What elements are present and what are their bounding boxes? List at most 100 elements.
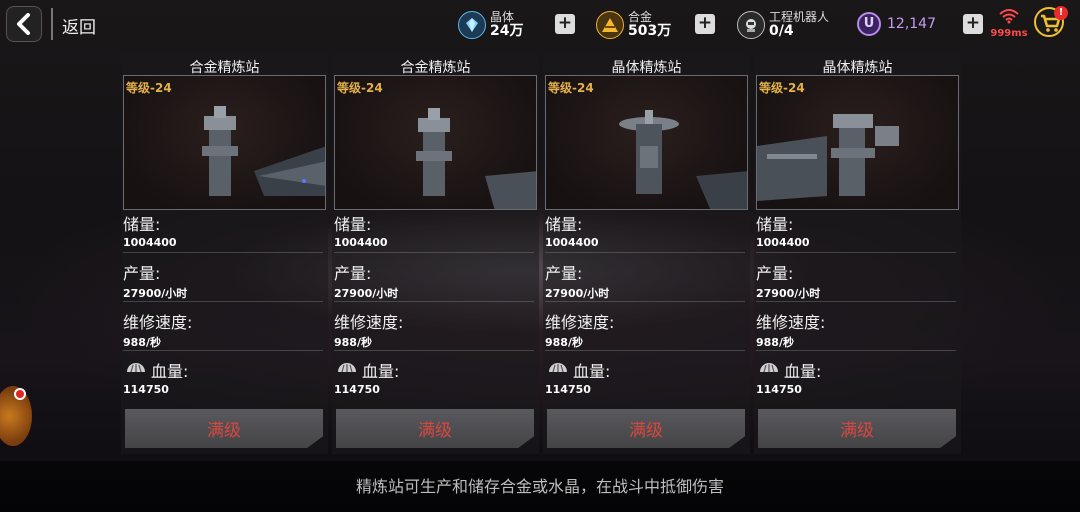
card-title: 晶体精炼站 xyxy=(822,60,893,76)
divider xyxy=(756,301,956,302)
robot-icon xyxy=(737,11,765,39)
card-title: 晶体精炼站 xyxy=(611,60,682,76)
max-level-button[interactable]: 满级 xyxy=(336,409,534,448)
divider xyxy=(334,350,534,351)
robot-value: 0/4 xyxy=(769,22,794,39)
add-crystal-button[interactable]: + xyxy=(555,14,575,34)
robot-name: 工程机器人 xyxy=(769,9,830,24)
hp-value: 114750 xyxy=(334,383,380,396)
storage-label: 储量: xyxy=(123,215,161,234)
output-label: 产量: xyxy=(123,264,161,283)
hp-label: 血量: xyxy=(362,362,400,381)
divider xyxy=(123,301,323,302)
station-image: 等级-24 xyxy=(545,75,748,210)
storage-value: 1004400 xyxy=(123,236,177,249)
footer-hint: 精炼站可生产和储存合金或水晶，在战斗中抵御伤害 xyxy=(0,461,1080,512)
output-label: 产量: xyxy=(756,264,794,283)
refinery-station-icon xyxy=(757,114,899,201)
divider xyxy=(545,350,745,351)
shield-icon xyxy=(127,363,145,373)
u-currency-value: 12,147 xyxy=(887,16,936,32)
crystal-icon xyxy=(458,11,486,39)
hp-value: 114750 xyxy=(545,383,591,396)
repair-value: 988/秒 xyxy=(123,336,161,349)
storage-label: 储量: xyxy=(756,215,794,234)
add-alloy-button[interactable]: + xyxy=(695,14,715,34)
back-arrow-icon xyxy=(17,13,30,35)
refinery-card[interactable]: 晶体精炼站 等级-24 储量: 1004400 产量: 27900/小时 维修速… xyxy=(543,54,750,454)
repair-label: 维修速度: xyxy=(756,313,826,332)
max-level-button[interactable]: 满级 xyxy=(547,409,745,448)
wifi-icon xyxy=(999,9,1019,24)
divider xyxy=(334,252,534,253)
level-label: 等级-24 xyxy=(548,81,594,95)
u-currency[interactable]: U 12,147 xyxy=(857,12,936,36)
station-image: 等级-24 xyxy=(756,75,959,210)
crystal-resource: 晶体 24万 xyxy=(458,7,523,43)
refinery-card[interactable]: 晶体精炼站 等级-24 储量: 1004400 产量: 27900/小时 维修速… xyxy=(754,54,961,454)
hp-label: 血量: xyxy=(151,362,189,381)
divider xyxy=(545,301,745,302)
add-u-currency-button[interactable]: + xyxy=(963,14,983,34)
back-button[interactable] xyxy=(6,6,42,42)
divider xyxy=(756,350,956,351)
crystal-value: 24万 xyxy=(490,22,524,39)
level-label: 等级-24 xyxy=(126,81,172,95)
station-image: 等级-24 xyxy=(334,75,537,210)
divider xyxy=(545,252,745,253)
level-label: 等级-24 xyxy=(337,81,383,95)
u-currency-icon: U xyxy=(857,12,881,36)
divider xyxy=(123,350,323,351)
refinery-station-icon xyxy=(619,110,747,209)
refinery-card[interactable]: 合金精炼站 等级-24 储量: 1004400 产量: 27900/小时 维修速… xyxy=(121,54,328,454)
repair-value: 988/秒 xyxy=(756,336,794,349)
shop-cart-button[interactable]: ! xyxy=(1034,6,1068,40)
refinery-station-icon xyxy=(202,106,325,196)
shield-icon xyxy=(760,363,778,373)
back-label[interactable]: 返回 xyxy=(62,13,96,38)
divider xyxy=(756,252,956,253)
alloy-value: 503万 xyxy=(628,22,672,39)
card-title: 合金精炼站 xyxy=(400,60,471,76)
storage-value: 1004400 xyxy=(545,236,599,249)
crystal-name: 晶体 xyxy=(490,9,515,24)
hp-label: 血量: xyxy=(784,362,822,381)
alloy-icon xyxy=(596,11,624,39)
robot-resource: 工程机器人 0/4 xyxy=(737,7,829,43)
max-level-button[interactable]: 满级 xyxy=(758,409,956,448)
repair-value: 988/秒 xyxy=(545,336,583,349)
output-value: 27900/小时 xyxy=(756,287,821,300)
station-image: 等级-24 xyxy=(123,75,326,210)
hp-value: 114750 xyxy=(756,383,802,396)
hp-label: 血量: xyxy=(573,362,611,381)
output-label: 产量: xyxy=(334,264,372,283)
hp-value: 114750 xyxy=(123,383,169,396)
repair-label: 维修速度: xyxy=(545,313,615,332)
repair-label: 维修速度: xyxy=(123,313,193,332)
refinery-station-icon xyxy=(416,108,536,209)
output-label: 产量: xyxy=(545,264,583,283)
storage-value: 1004400 xyxy=(334,236,388,249)
refinery-cards: 合金精炼站 等级-24 储量: 1004400 产量: 27900/小时 维修速… xyxy=(121,54,961,454)
divider xyxy=(123,252,323,253)
storage-value: 1004400 xyxy=(756,236,810,249)
repair-value: 988/秒 xyxy=(334,336,372,349)
ping-value: 999ms xyxy=(990,28,1028,39)
repair-label: 维修速度: xyxy=(334,313,404,332)
alloy-name: 合金 xyxy=(628,9,653,24)
network-status: 999ms xyxy=(988,8,1030,42)
refinery-card[interactable]: 合金精炼站 等级-24 储量: 1004400 产量: 27900/小时 维修速… xyxy=(332,54,539,454)
output-value: 27900/小时 xyxy=(123,287,188,300)
storage-label: 储量: xyxy=(334,215,372,234)
cart-badge: ! xyxy=(1054,6,1068,20)
notification-dot xyxy=(14,388,26,400)
output-value: 27900/小时 xyxy=(334,287,399,300)
shield-icon xyxy=(549,363,567,373)
top-bar: 返回 晶体 24万 + 合金 503万 + 工程机器人 0/4 U 12,147… xyxy=(0,0,1080,50)
card-title: 合金精炼站 xyxy=(189,60,260,76)
storage-label: 储量: xyxy=(545,215,583,234)
divider xyxy=(51,8,53,40)
shield-icon xyxy=(338,363,356,373)
max-level-button[interactable]: 满级 xyxy=(125,409,323,448)
divider xyxy=(334,301,534,302)
